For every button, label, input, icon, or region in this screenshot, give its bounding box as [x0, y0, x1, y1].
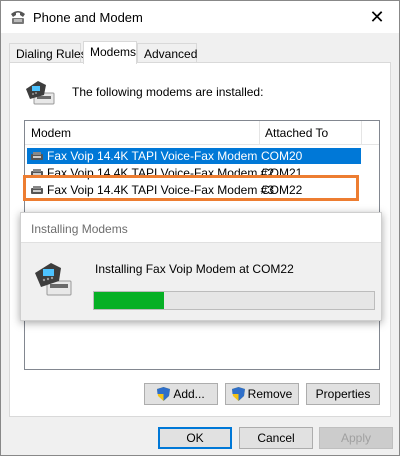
close-icon: ✕	[369, 6, 385, 27]
modems-heading: The following modems are installed:	[72, 85, 264, 99]
install-dialog-title: Installing Modems	[31, 222, 128, 236]
tab-modems[interactable]: Modems	[83, 41, 137, 64]
phone-and-modem-window: Phone and Modem ✕ Dialing Rules Modems A…	[0, 0, 400, 456]
close-button[interactable]: ✕	[355, 1, 399, 33]
tab-strip: Dialing Rules Modems Advanced	[9, 41, 389, 64]
list-header: Modem Attached To	[25, 121, 379, 145]
ok-button[interactable]: OK	[158, 427, 232, 449]
tab-dialing-rules[interactable]: Dialing Rules	[9, 43, 87, 63]
apply-button[interactable]: Apply	[319, 427, 393, 449]
cancel-button[interactable]: Cancel	[239, 427, 313, 449]
modem-row[interactable]: Fax Voip 14.4K TAPI Voice-Fax Modem #2 C…	[27, 165, 361, 181]
modem-port: COM21	[261, 166, 303, 180]
column-header-modem[interactable]: Modem	[31, 126, 71, 140]
phone-icon	[11, 11, 25, 24]
progress-fill	[94, 292, 164, 309]
column-divider[interactable]	[259, 121, 260, 145]
modem-telephone-icon	[26, 81, 55, 105]
remove-button-label: Remove	[247, 387, 293, 401]
modem-icon	[31, 152, 43, 160]
properties-button[interactable]: Properties	[306, 383, 380, 405]
add-button[interactable]: Add...	[144, 383, 218, 405]
installing-modems-dialog: Installing Modems Installing Fax Voip Mo…	[20, 212, 382, 321]
modem-row[interactable]: Fax Voip 14.4K TAPI Voice-Fax Modem #3 C…	[27, 182, 361, 198]
column-divider[interactable]	[361, 121, 362, 145]
modem-name: Fax Voip 14.4K TAPI Voice-Fax Modem #3	[47, 183, 275, 197]
modem-port: COM22	[261, 183, 303, 197]
modem-row[interactable]: Fax Voip 14.4K TAPI Voice-Fax Modem COM2…	[27, 148, 361, 164]
add-button-label: Add...	[173, 387, 205, 401]
uac-shield-icon	[231, 387, 245, 401]
modem-name: Fax Voip 14.4K TAPI Voice-Fax Modem #2	[47, 166, 275, 180]
modem-port: COM20	[261, 149, 303, 163]
title-bar: Phone and Modem ✕	[1, 1, 399, 33]
window-title: Phone and Modem	[33, 10, 143, 25]
modem-name: Fax Voip 14.4K TAPI Voice-Fax Modem	[47, 149, 258, 163]
install-progress-bar	[93, 291, 375, 310]
remove-button[interactable]: Remove	[225, 383, 299, 405]
install-message: Installing Fax Voip Modem at COM22	[95, 262, 294, 276]
modem-telephone-icon	[35, 263, 72, 296]
modem-icon	[31, 186, 43, 194]
uac-shield-icon	[157, 387, 171, 401]
column-header-attached-to[interactable]: Attached To	[265, 126, 328, 140]
modem-icon	[31, 169, 43, 177]
tab-advanced[interactable]: Advanced	[137, 43, 197, 63]
install-dialog-title-bar: Installing Modems	[21, 213, 381, 243]
